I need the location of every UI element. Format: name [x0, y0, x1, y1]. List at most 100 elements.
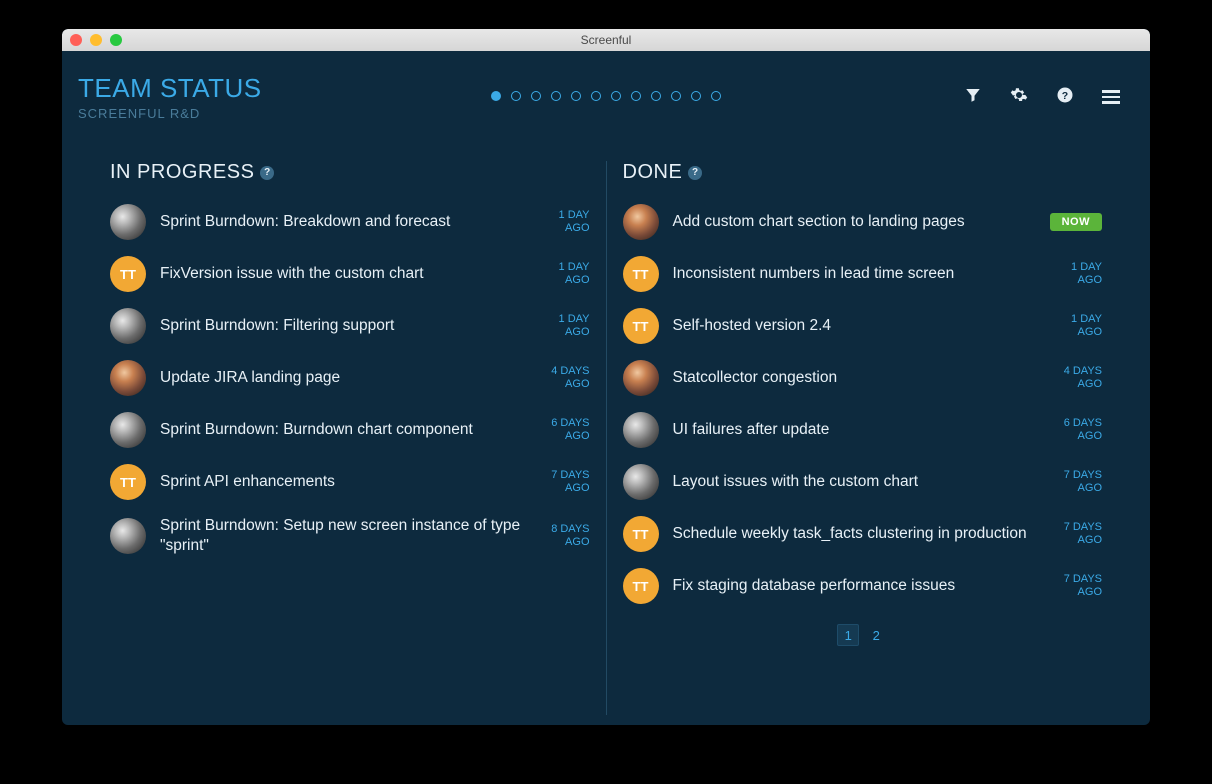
- column-header-done: DONE ?: [623, 161, 1103, 184]
- task-title: Sprint API enhancements: [160, 472, 528, 492]
- header: TEAM STATUS SCREENFUL R&D ?: [62, 51, 1150, 121]
- carousel-dot[interactable]: [551, 91, 561, 101]
- task-row[interactable]: Layout issues with the custom chart 7 DAY…: [623, 464, 1103, 500]
- task-row[interactable]: TT Schedule weekly task_facts clustering …: [623, 516, 1103, 552]
- task-list-in-progress: Sprint Burndown: Breakdown and forecast 1…: [110, 204, 590, 556]
- app-window: Screenful TEAM STATUS SCREENFUL R&D ?: [62, 29, 1150, 725]
- task-title: Fix staging database performance issues: [673, 576, 1041, 596]
- task-time: 1 DAY AGO: [1054, 313, 1102, 339]
- avatar: TT: [623, 516, 659, 552]
- task-row[interactable]: UI failures after update 6 DAYS AGO: [623, 412, 1103, 448]
- close-button[interactable]: [70, 34, 82, 46]
- task-title: Layout issues with the custom chart: [673, 472, 1041, 492]
- task-row[interactable]: Statcollector congestion 4 DAYS AGO: [623, 360, 1103, 396]
- page-title: TEAM STATUS: [78, 73, 262, 104]
- task-row[interactable]: Sprint Burndown: Burndown chart componen…: [110, 412, 590, 448]
- avatar: [110, 308, 146, 344]
- avatar: TT: [623, 256, 659, 292]
- task-title: Sprint Burndown: Setup new screen instan…: [160, 516, 528, 556]
- task-list-done: Add custom chart section to landing page…: [623, 204, 1103, 604]
- task-title: Add custom chart section to landing page…: [673, 212, 1036, 232]
- task-title: FixVersion issue with the custom chart: [160, 264, 528, 284]
- avatar: TT: [623, 308, 659, 344]
- task-title: UI failures after update: [673, 420, 1041, 440]
- header-actions: ?: [964, 86, 1120, 109]
- task-time: 8 DAYS AGO: [542, 523, 590, 549]
- carousel-dot[interactable]: [491, 91, 501, 101]
- svg-text:?: ?: [1062, 89, 1068, 101]
- task-row[interactable]: Update JIRA landing page4 DAYS AGO: [110, 360, 590, 396]
- avatar: [623, 464, 659, 500]
- avatar: [110, 412, 146, 448]
- carousel-dot[interactable]: [631, 91, 641, 101]
- task-row[interactable]: Sprint Burndown: Filtering support 1 DAY …: [110, 308, 590, 344]
- help-icon[interactable]: ?: [1056, 86, 1074, 109]
- carousel-dot[interactable]: [711, 91, 721, 101]
- avatar: [623, 360, 659, 396]
- task-time: 1 DAY AGO: [1054, 261, 1102, 287]
- carousel-dot[interactable]: [651, 91, 661, 101]
- task-time: 7 DAYS AGO: [1054, 521, 1102, 547]
- task-row[interactable]: TT Fix staging database performance issue…: [623, 568, 1103, 604]
- gear-icon[interactable]: [1010, 86, 1028, 109]
- help-badge-icon[interactable]: ?: [688, 166, 702, 180]
- task-time: 1 DAY AGO: [542, 261, 590, 287]
- traffic-lights: [70, 34, 122, 46]
- carousel-dot[interactable]: [511, 91, 521, 101]
- task-title: Self-hosted version 2.4: [673, 316, 1041, 336]
- carousel-dot[interactable]: [591, 91, 601, 101]
- task-title: Sprint Burndown: Breakdown and forecast: [160, 212, 528, 232]
- minimize-button[interactable]: [90, 34, 102, 46]
- task-time: 7 DAYS AGO: [1054, 573, 1102, 599]
- now-badge: NOW: [1050, 213, 1102, 231]
- task-time: 4 DAYS AGO: [1054, 365, 1102, 391]
- page-button[interactable]: 1: [837, 624, 859, 646]
- help-badge-icon[interactable]: ?: [260, 166, 274, 180]
- carousel-dot[interactable]: [571, 91, 581, 101]
- window-title: Screenful: [62, 33, 1150, 47]
- menu-icon[interactable]: [1102, 90, 1120, 104]
- carousel-dot[interactable]: [671, 91, 681, 101]
- carousel-dot[interactable]: [691, 91, 701, 101]
- titlebar: Screenful: [62, 29, 1150, 51]
- carousel-dots: [491, 91, 721, 101]
- task-title: Schedule weekly task_facts clustering in…: [673, 524, 1041, 544]
- task-time: 7 DAYS AGO: [1054, 469, 1102, 495]
- task-title: Statcollector congestion: [673, 368, 1041, 388]
- pagination: 12: [623, 624, 1103, 646]
- task-row[interactable]: TT FixVersion issue with the custom chart…: [110, 256, 590, 292]
- carousel-dot[interactable]: [531, 91, 541, 101]
- task-title: Sprint Burndown: Filtering support: [160, 316, 528, 336]
- task-row[interactable]: Add custom chart section to landing page…: [623, 204, 1103, 240]
- column-divider: [606, 161, 607, 715]
- column-header-in-progress: IN PROGRESS ?: [110, 161, 590, 184]
- task-row[interactable]: TTSprint API enhancements7 DAYS AGO: [110, 464, 590, 500]
- column-title: IN PROGRESS: [110, 161, 254, 184]
- column-done: DONE ? Add custom chart section to landi…: [615, 161, 1111, 715]
- task-time: 6 DAYS AGO: [542, 417, 590, 443]
- avatar: [110, 518, 146, 554]
- task-time: 1 DAY AGO: [542, 209, 590, 235]
- task-row[interactable]: TT Self-hosted version 2.4 1 DAY AGO: [623, 308, 1103, 344]
- task-time: 1 DAY AGO: [542, 313, 590, 339]
- carousel-dot[interactable]: [611, 91, 621, 101]
- app-body: TEAM STATUS SCREENFUL R&D ?: [62, 51, 1150, 725]
- avatar: TT: [110, 464, 146, 500]
- avatar: [110, 204, 146, 240]
- columns: IN PROGRESS ? Sprint Burndown: Breakdown…: [62, 121, 1150, 715]
- avatar: TT: [110, 256, 146, 292]
- task-row[interactable]: TT Inconsistent numbers in lead time scre…: [623, 256, 1103, 292]
- maximize-button[interactable]: [110, 34, 122, 46]
- task-row[interactable]: Sprint Burndown: Breakdown and forecast 1…: [110, 204, 590, 240]
- task-title: Update JIRA landing page: [160, 368, 528, 388]
- avatar: [110, 360, 146, 396]
- task-time: 6 DAYS AGO: [1054, 417, 1102, 443]
- task-row[interactable]: Sprint Burndown: Setup new screen instan…: [110, 516, 590, 556]
- title-block: TEAM STATUS SCREENFUL R&D: [78, 73, 262, 121]
- task-title: Inconsistent numbers in lead time screen: [673, 264, 1041, 284]
- avatar: [623, 204, 659, 240]
- page-button[interactable]: 2: [865, 624, 887, 646]
- filter-icon[interactable]: [964, 86, 982, 109]
- avatar: TT: [623, 568, 659, 604]
- avatar: [623, 412, 659, 448]
